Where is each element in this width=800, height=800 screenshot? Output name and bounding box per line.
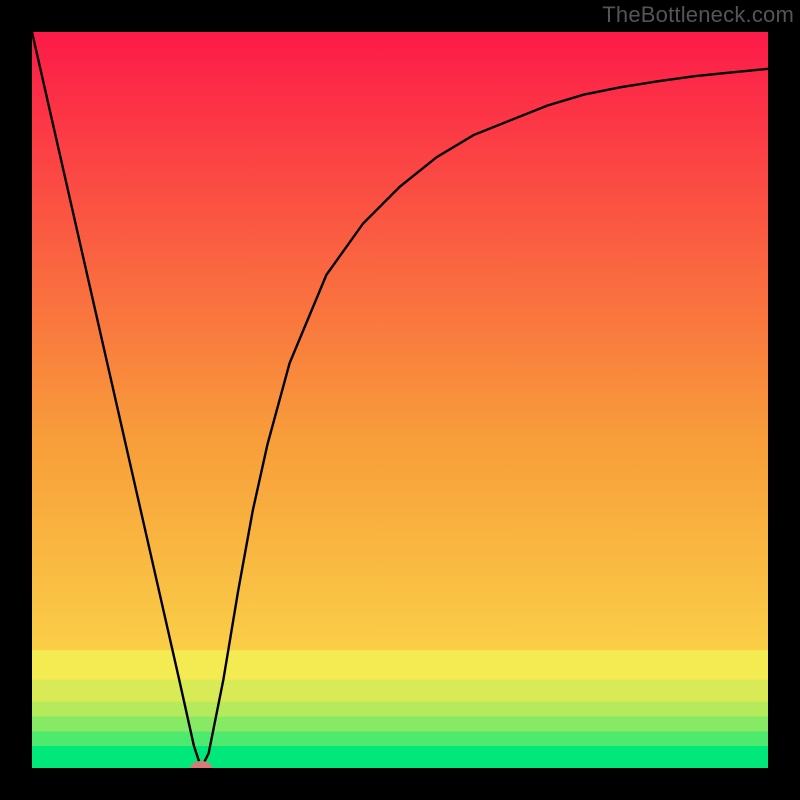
bottleneck-chart: TheBottleneck.com <box>0 0 800 800</box>
color-band <box>32 716 768 731</box>
color-band <box>32 650 768 679</box>
chart-svg <box>0 0 800 800</box>
color-band <box>32 731 768 746</box>
color-band <box>32 680 768 702</box>
color-bands <box>32 650 768 768</box>
minimum-marker <box>190 761 212 775</box>
color-band <box>32 702 768 717</box>
color-band <box>32 746 768 768</box>
